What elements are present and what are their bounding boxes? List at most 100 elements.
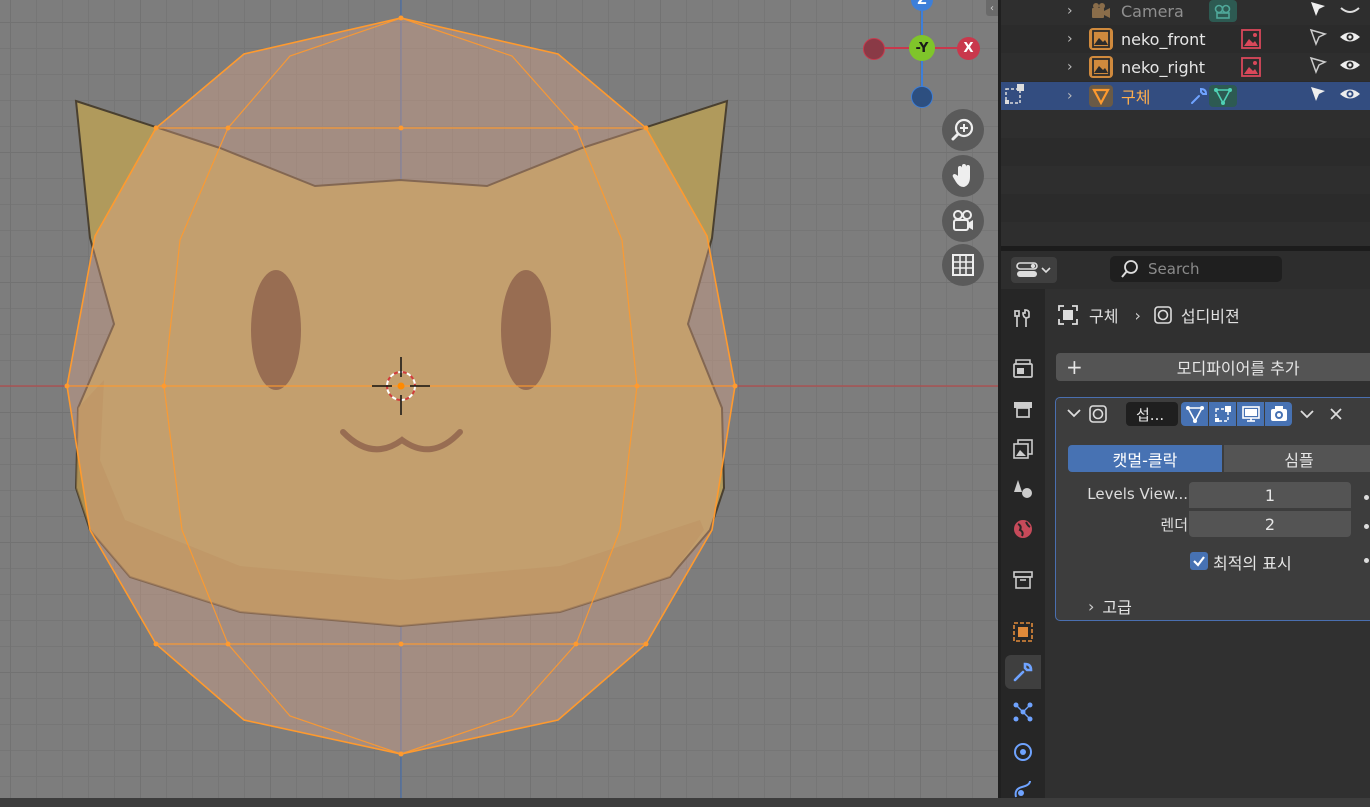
output-icon	[1014, 402, 1032, 418]
grid-icon	[952, 254, 974, 276]
image-object-icon	[1089, 28, 1113, 50]
keyframe-dot[interactable]	[1364, 558, 1369, 563]
optimal-display-checkbox[interactable]	[1190, 552, 1208, 570]
select-arrow-outline-icon[interactable]	[1309, 56, 1328, 78]
tab-physics[interactable]	[1005, 735, 1041, 769]
breadcrumb-modifier: 섭디비젼	[1180, 307, 1240, 326]
tool-icon	[1014, 309, 1030, 327]
visibility-hidden-icon[interactable]	[1339, 0, 1361, 22]
properties-tab-bar	[1001, 289, 1045, 798]
tab-particles[interactable]	[1005, 695, 1041, 729]
sidebar-toggle-arrow[interactable]: ‹	[986, 0, 998, 16]
pan-button[interactable]	[942, 155, 984, 197]
select-arrow-outline-icon[interactable]	[1309, 28, 1328, 50]
outliner-item-sphere[interactable]: › 구체	[1001, 82, 1370, 110]
levels-viewport-field[interactable]: 1	[1189, 482, 1351, 508]
tab-tool[interactable]	[1005, 301, 1041, 335]
edit-mode-toggle[interactable]	[1181, 402, 1208, 426]
tab-render[interactable]	[1005, 351, 1041, 385]
tab-view-layer[interactable]	[1005, 432, 1041, 466]
eye-icon[interactable]	[1339, 56, 1361, 78]
editor-type-button[interactable]	[1011, 257, 1057, 283]
perspective-toggle-button[interactable]	[942, 244, 984, 286]
image-data-icon[interactable]	[1237, 28, 1265, 50]
search-icon	[1121, 260, 1138, 278]
world-icon	[1014, 520, 1032, 538]
chevron-right-icon[interactable]: ›	[1067, 3, 1073, 19]
optimal-display-label: 최적의 표시	[1213, 554, 1292, 573]
select-arrow-icon[interactable]	[1309, 0, 1327, 22]
tab-output[interactable]	[1005, 392, 1041, 426]
tab-modifiers[interactable]	[1005, 655, 1041, 689]
chevron-right-icon[interactable]: ›	[1067, 59, 1073, 75]
plus-icon: +	[1066, 355, 1083, 379]
chevron-right-icon: ›	[1088, 596, 1095, 616]
chevron-right-icon[interactable]: ›	[1067, 88, 1073, 104]
particles-icon	[1013, 702, 1033, 722]
gizmo-neg-y-axis[interactable]: -Y	[909, 35, 935, 61]
collapse-chevron-icon[interactable]	[1066, 405, 1082, 425]
view-layer-icon	[1013, 439, 1033, 459]
outliner-item-label: neko_front	[1121, 29, 1206, 49]
image-data-icon[interactable]	[1237, 56, 1265, 78]
catmull-clark-option[interactable]: 캣멀-클락	[1068, 445, 1222, 472]
3d-viewport[interactable]: Z -Y X ‹	[0, 0, 998, 798]
mesh-data-icon[interactable]	[1209, 85, 1237, 107]
chevron-right-icon[interactable]: ›	[1067, 31, 1073, 47]
camera-data-icon[interactable]	[1209, 0, 1237, 22]
outliner-empty-row	[1001, 138, 1370, 166]
simple-option[interactable]: 심플	[1224, 445, 1370, 472]
restrict-select-icon[interactable]	[1004, 83, 1026, 109]
outliner-item-neko-front[interactable]: › neko_front	[1001, 25, 1370, 53]
close-icon[interactable]	[1328, 406, 1344, 426]
camera-object-icon	[1089, 0, 1113, 22]
tab-object[interactable]	[1005, 615, 1041, 649]
outliner-item-label: Camera	[1121, 1, 1184, 21]
camera-view-button[interactable]	[942, 200, 984, 242]
monitor-icon	[1241, 406, 1260, 422]
advanced-subpanel-header[interactable]: › 고급	[1088, 594, 1132, 618]
render-icon	[1013, 359, 1033, 378]
object-icon	[1013, 622, 1033, 642]
outliner[interactable]: › Camera › neko_front › neko_right › 구체	[1001, 0, 1370, 246]
tab-constraints[interactable]	[1005, 773, 1041, 807]
tab-collection[interactable]	[1005, 563, 1041, 597]
add-modifier-button[interactable]: + 모디파이어를 추가	[1056, 353, 1370, 381]
edit-mode-icon	[1185, 406, 1204, 423]
physics-icon	[1014, 743, 1032, 761]
outliner-item-neko-right[interactable]: › neko_right	[1001, 53, 1370, 81]
subdivision-modifier-panel: 섭... 캣멀-클락 심플 Levels View... 1 렌더 2 최적의	[1055, 397, 1370, 621]
outliner-item-camera[interactable]: › Camera	[1001, 0, 1370, 25]
eye-icon[interactable]	[1339, 85, 1361, 107]
properties-editor-icon	[1016, 262, 1051, 277]
hand-icon	[952, 164, 970, 187]
render-toggle[interactable]	[1265, 402, 1292, 426]
eye-icon[interactable]	[1339, 28, 1361, 50]
tab-scene[interactable]	[1005, 472, 1041, 506]
camera-icon	[1270, 406, 1287, 421]
properties-header: Search	[1001, 251, 1370, 289]
search-input[interactable]: Search	[1110, 256, 1282, 282]
checkmark-icon	[1193, 556, 1205, 567]
keyframe-dot[interactable]	[1364, 524, 1369, 529]
image-object-icon	[1089, 56, 1113, 78]
viewport-display-toggle[interactable]	[1237, 402, 1264, 426]
wrench-icon	[1013, 662, 1033, 682]
on-cage-icon	[1214, 406, 1231, 422]
render-levels-field[interactable]: 2	[1189, 511, 1351, 537]
tab-world[interactable]	[1005, 512, 1041, 546]
keyframe-dot[interactable]	[1364, 495, 1369, 500]
on-cage-toggle[interactable]	[1209, 402, 1236, 426]
modifier-name-field[interactable]: 섭...	[1126, 402, 1178, 426]
properties-editor[interactable]: Search 구체 › 섭디비젼 + 모디파이어를 추가 섭... 캣멀-클락 …	[1001, 251, 1370, 798]
gizmo-neg-x-axis[interactable]	[863, 38, 885, 60]
zoom-button[interactable]	[942, 109, 984, 151]
viewport-scene	[0, 0, 998, 798]
gizmo-x-axis[interactable]: X	[957, 37, 980, 60]
gizmo-neg-z-axis[interactable]	[911, 86, 933, 108]
dropdown-chevron-icon[interactable]	[1299, 406, 1315, 426]
outliner-empty-row	[1001, 194, 1370, 222]
mesh-object-icon	[1058, 305, 1078, 325]
select-arrow-icon[interactable]	[1309, 85, 1327, 107]
breadcrumb: 구체 › 섭디비젼	[1057, 303, 1240, 327]
